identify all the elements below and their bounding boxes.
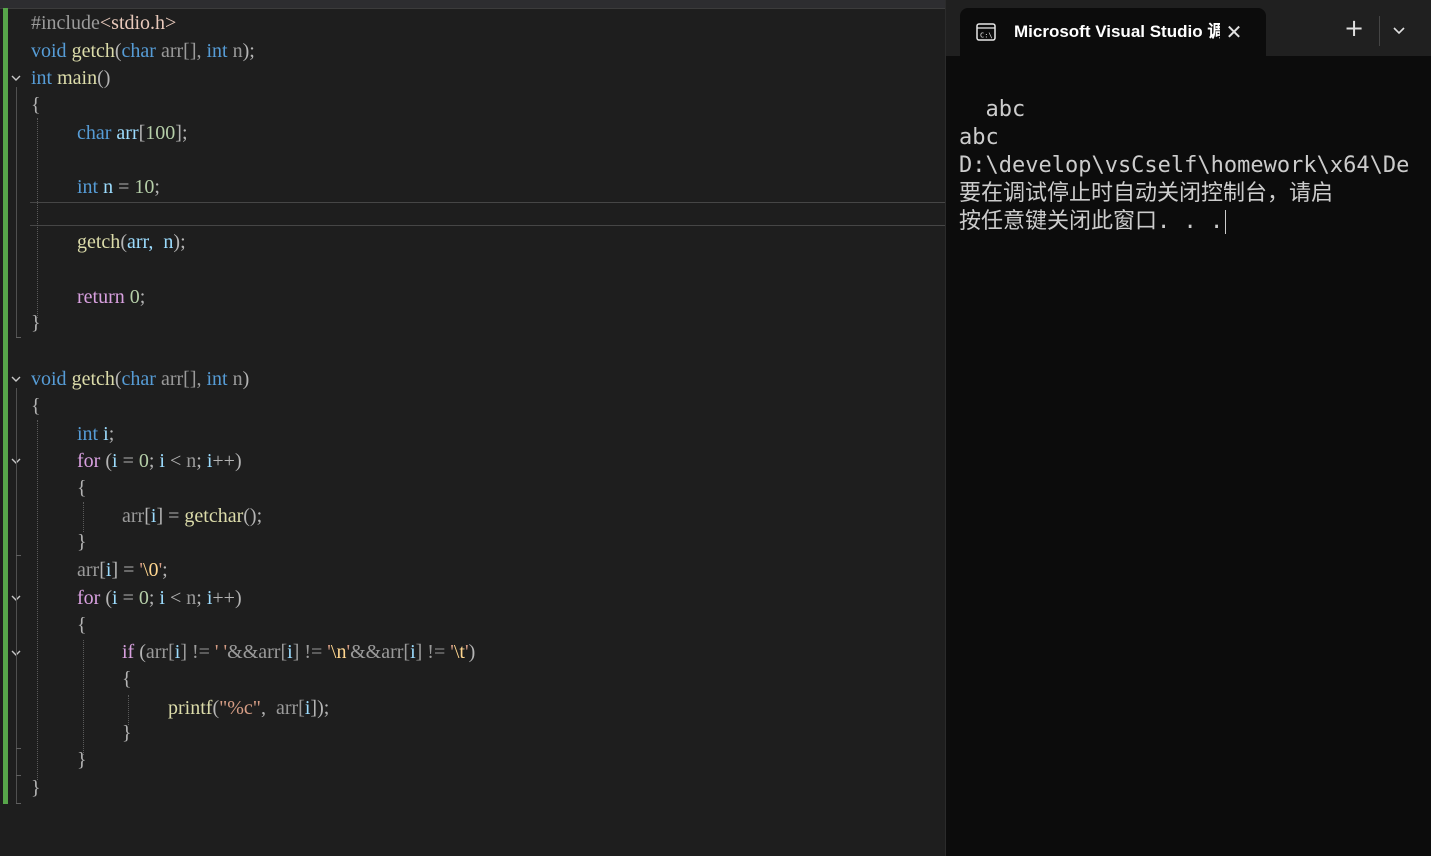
code-line[interactable]: void getch(char arr[], int n); xyxy=(31,38,255,65)
close-icon[interactable]: ✕ xyxy=(1222,20,1246,44)
indent-guide xyxy=(37,118,38,318)
console-line: abc xyxy=(959,97,1026,122)
code-line[interactable]: if (arr[i] != ' '&&arr[i] != '\n'&&arr[i… xyxy=(122,639,475,666)
code-line[interactable]: printf("%c", arr[i]); xyxy=(168,695,329,722)
code-line[interactable]: int i; xyxy=(77,421,114,448)
console-prompt-text: 按任意键关闭此窗口. . . xyxy=(959,209,1224,234)
fold-region-end xyxy=(16,775,21,776)
change-tracking-bar xyxy=(3,8,8,804)
editor-tab-strip xyxy=(0,0,945,9)
fold-region-end xyxy=(16,748,21,749)
svg-text:C:\: C:\ xyxy=(980,32,993,40)
code-line[interactable]: for (i = 0; i < n; i++) xyxy=(77,448,242,475)
terminal-tab-bar: C:\ Microsoft Visual Studio 调试控 ✕ + xyxy=(946,0,1431,56)
chevron-down-icon[interactable] xyxy=(1388,20,1410,42)
code-line[interactable]: arr[i] = '\0'; xyxy=(77,557,168,584)
terminal-tab[interactable]: C:\ Microsoft Visual Studio 调试控 ✕ xyxy=(960,8,1266,56)
fold-region-end xyxy=(16,337,21,338)
code-line[interactable]: int n = 10; xyxy=(77,174,160,201)
console-output[interactable]: abc abc D:\develop\vsCself\homework\x64\… xyxy=(959,96,1431,836)
text-cursor xyxy=(1225,210,1227,234)
code-line[interactable]: } xyxy=(122,720,132,747)
code-line[interactable]: { xyxy=(31,92,41,119)
console-icon: C:\ xyxy=(976,22,996,42)
code-line[interactable]: } xyxy=(31,310,41,337)
code-line[interactable]: } xyxy=(31,775,41,802)
fold-region-line xyxy=(16,388,17,804)
current-line-highlight xyxy=(30,202,945,226)
console-line: abc xyxy=(959,125,999,150)
code-line[interactable]: } xyxy=(77,747,87,774)
fold-region-end xyxy=(16,555,21,556)
debug-console-window[interactable]: C:\ Microsoft Visual Studio 调试控 ✕ + abc … xyxy=(945,0,1431,856)
console-line: 按任意键关闭此窗口. . . xyxy=(959,208,1431,236)
tab-separator xyxy=(1379,16,1380,46)
code-line[interactable]: { xyxy=(77,612,87,639)
code-line[interactable]: char arr[100]; xyxy=(77,120,188,147)
console-line: 要在调试停止时自动关闭控制台，请启 xyxy=(959,181,1334,206)
fold-region-line xyxy=(16,87,17,337)
indent-guide xyxy=(83,640,84,755)
code-line[interactable]: { xyxy=(31,393,41,420)
code-line[interactable]: int main() xyxy=(31,65,110,92)
code-line[interactable]: { xyxy=(77,475,87,502)
tab-title: Microsoft Visual Studio 调试控 xyxy=(1014,22,1220,41)
code-line[interactable]: } xyxy=(77,529,87,556)
code-line[interactable]: arr[i] = getchar(); xyxy=(122,503,262,530)
fold-chevron-icon[interactable] xyxy=(11,374,21,384)
fold-region-end xyxy=(16,803,21,804)
code-editor[interactable]: #include<stdio.h> void getch(char arr[],… xyxy=(0,0,945,856)
code-line[interactable]: void getch(char arr[], int n) xyxy=(31,366,249,393)
indent-guide xyxy=(37,420,38,780)
code-line[interactable]: getch(arr, n); xyxy=(77,229,186,256)
code-line[interactable]: for (i = 0; i < n; i++) xyxy=(77,585,242,612)
code-line[interactable]: return 0; xyxy=(77,284,145,311)
fold-chevron-icon[interactable] xyxy=(11,73,21,83)
indent-guide xyxy=(83,502,84,532)
code-line[interactable]: #include<stdio.h> xyxy=(31,10,176,37)
console-line: D:\develop\vsCself\homework\x64\De xyxy=(959,153,1410,178)
code-line[interactable]: { xyxy=(122,666,132,693)
new-tab-button[interactable]: + xyxy=(1342,16,1366,40)
